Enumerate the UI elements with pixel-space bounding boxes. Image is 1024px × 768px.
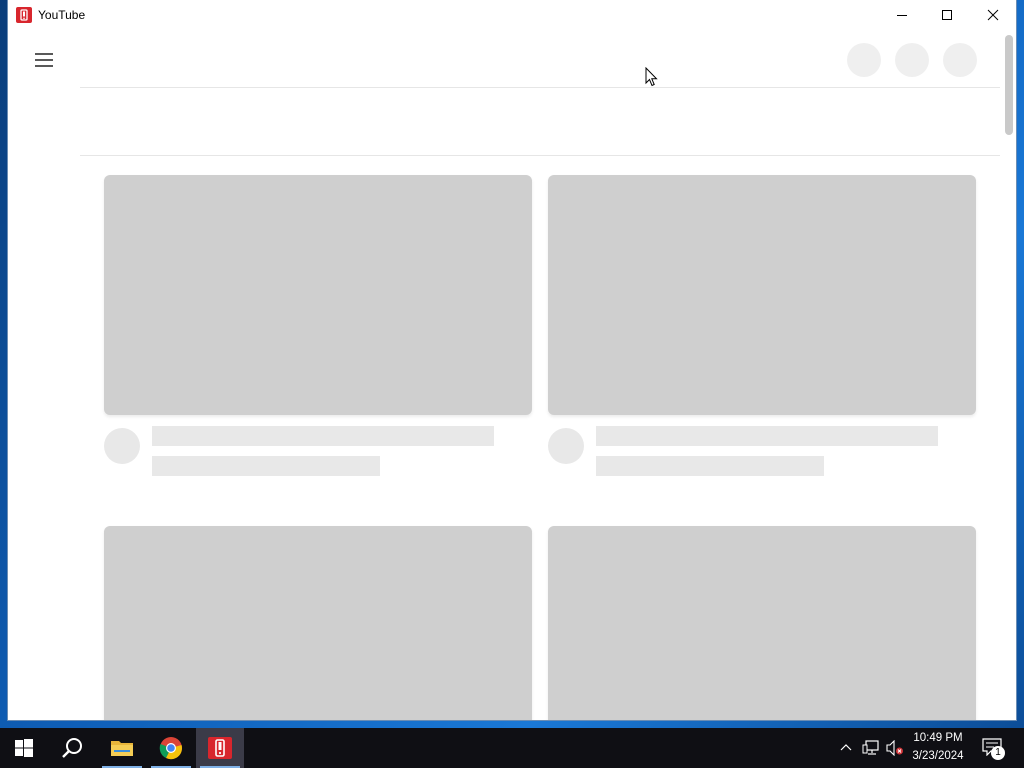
minimize-button[interactable]	[879, 0, 925, 30]
clock-time[interactable]: 10:49 PM	[906, 732, 970, 744]
search-icon	[62, 738, 82, 758]
header-divider	[80, 87, 1000, 88]
video-thumbnail-placeholder[interactable]	[548, 526, 976, 720]
video-thumbnail-placeholder[interactable]	[104, 526, 532, 720]
header-placeholder-button-2[interactable]	[895, 43, 929, 77]
scrollbar-thumb[interactable]	[1005, 35, 1013, 135]
title-bar[interactable]: YouTube	[8, 0, 1016, 30]
window-title: YouTube	[38, 8, 86, 22]
video-title-placeholder	[152, 426, 494, 446]
close-icon	[987, 9, 999, 21]
header-placeholder-button-3[interactable]	[943, 43, 977, 77]
video-meta-placeholder	[152, 456, 380, 476]
hamburger-menu-icon	[35, 53, 53, 67]
taskbar-youtube-app[interactable]	[196, 728, 244, 768]
app-window: YouTube	[8, 0, 1016, 720]
volume-muted-icon[interactable]	[886, 740, 904, 756]
taskbar-chrome[interactable]	[147, 728, 195, 768]
close-button[interactable]	[970, 0, 1016, 30]
maximize-button[interactable]	[924, 0, 970, 30]
file-explorer-icon	[111, 741, 133, 756]
channel-avatar-placeholder	[548, 428, 584, 464]
video-title-placeholder	[596, 426, 938, 446]
minimize-icon	[897, 15, 907, 16]
youtube-app-icon	[16, 7, 32, 23]
youtube-app-icon	[208, 737, 232, 759]
start-button[interactable]	[0, 728, 48, 768]
chips-divider	[80, 155, 1000, 156]
taskbar: 10:49 PM 3/23/2024 1	[0, 728, 1024, 768]
vertical-scrollbar[interactable]	[1002, 30, 1016, 720]
video-thumbnail-placeholder[interactable]	[548, 175, 976, 415]
menu-button[interactable]	[26, 42, 62, 78]
action-center-button[interactable]: 1	[980, 736, 1006, 760]
start-icon	[15, 739, 33, 757]
clock-date[interactable]: 3/23/2024	[906, 750, 970, 762]
taskbar-file-explorer[interactable]	[98, 728, 146, 768]
show-hidden-icons-icon[interactable]	[840, 742, 852, 754]
header-placeholder-button-1[interactable]	[847, 43, 881, 77]
channel-avatar-placeholder	[104, 428, 140, 464]
network-icon[interactable]	[862, 740, 880, 756]
video-thumbnail-placeholder[interactable]	[104, 175, 532, 415]
maximize-icon	[942, 10, 952, 20]
notification-count-badge: 1	[991, 746, 1005, 760]
mouse-cursor-icon	[645, 67, 658, 87]
chrome-icon	[159, 737, 182, 760]
search-button[interactable]	[48, 728, 96, 768]
video-meta-placeholder	[596, 456, 824, 476]
